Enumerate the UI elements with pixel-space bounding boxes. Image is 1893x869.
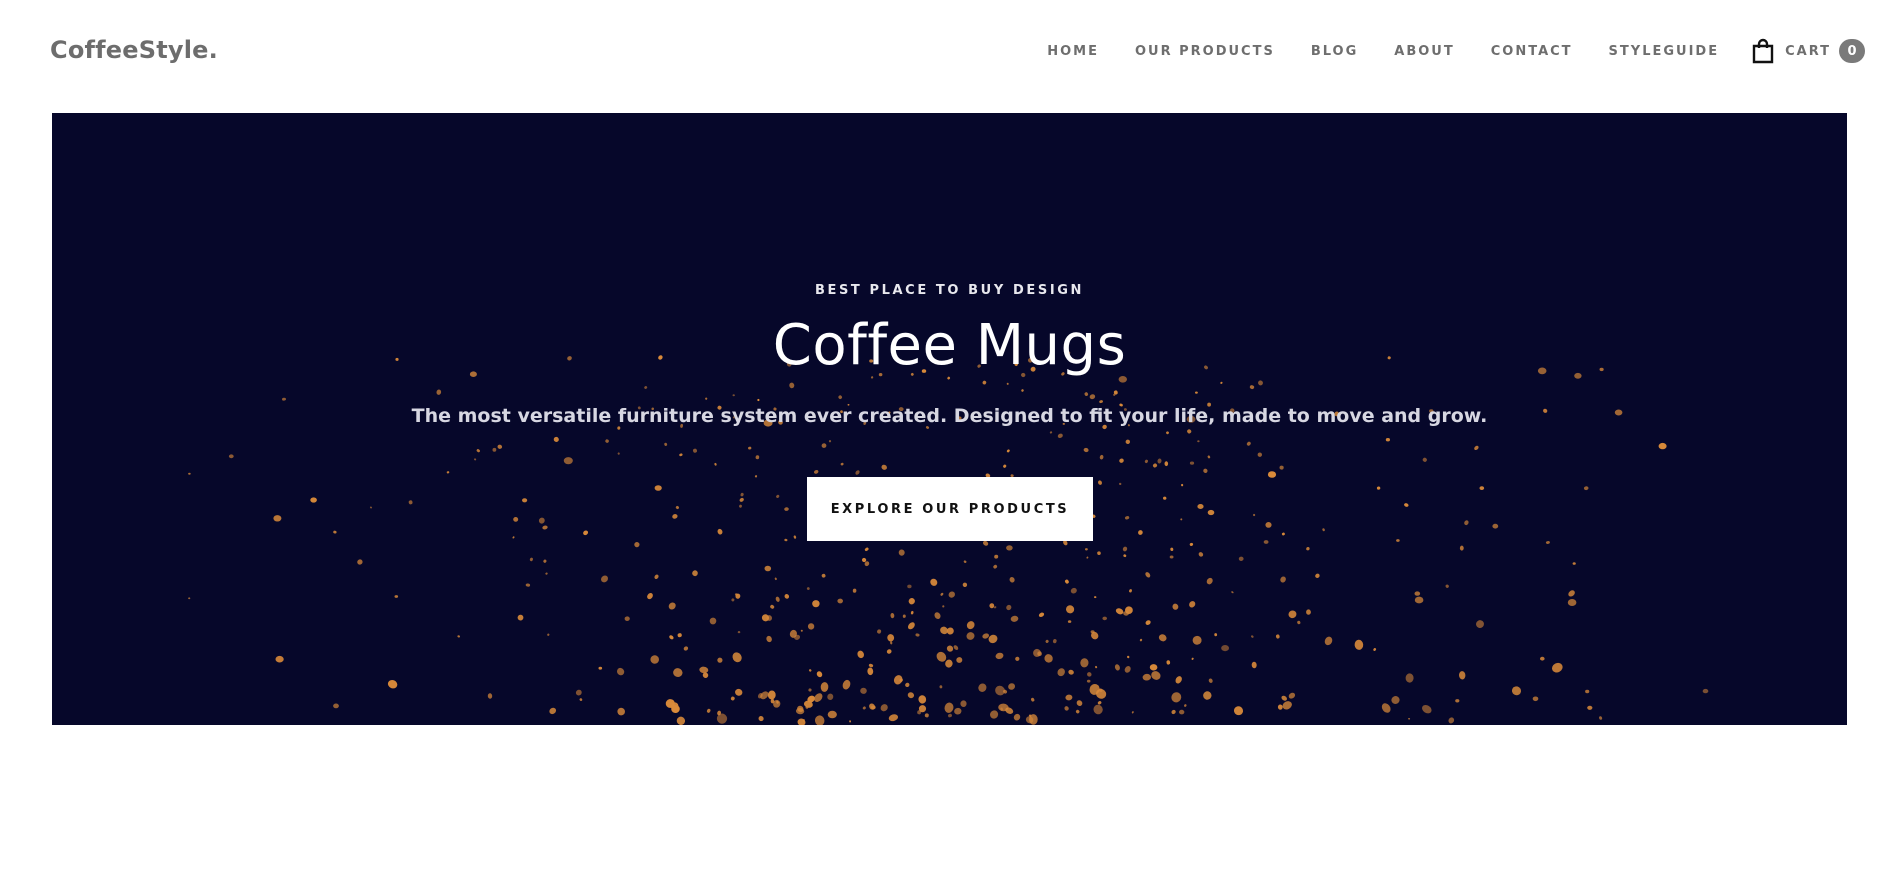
nav-link-about[interactable]: ABOUT xyxy=(1394,44,1454,59)
hero-banner: BEST PLACE TO BUY DESIGN Coffee Mugs The… xyxy=(52,113,1847,725)
hero-title: Coffee Mugs xyxy=(772,313,1127,378)
nav-link-blog[interactable]: BLOG xyxy=(1311,44,1358,59)
cart-label: CART xyxy=(1785,43,1831,59)
nav-link-home[interactable]: HOME xyxy=(1047,44,1099,59)
main-nav: HOME OUR PRODUCTS BLOG ABOUT CONTACT STY… xyxy=(1047,36,1865,66)
site-header: CoffeeStyle. HOME OUR PRODUCTS BLOG ABOU… xyxy=(0,0,1893,100)
site-logo[interactable]: CoffeeStyle. xyxy=(50,36,218,64)
nav-link-our-products[interactable]: OUR PRODUCTS xyxy=(1135,44,1275,59)
cart-button[interactable]: CART 0 xyxy=(1751,38,1865,64)
cart-count-badge: 0 xyxy=(1839,39,1865,63)
hero-subtitle: The most versatile furniture system ever… xyxy=(411,405,1488,427)
explore-products-button[interactable]: EXPLORE OUR PRODUCTS xyxy=(807,477,1093,541)
shopping-bag-icon xyxy=(1751,38,1775,64)
nav-link-contact[interactable]: CONTACT xyxy=(1491,44,1573,59)
hero-eyebrow: BEST PLACE TO BUY DESIGN xyxy=(814,283,1085,298)
hero-content: BEST PLACE TO BUY DESIGN Coffee Mugs The… xyxy=(52,113,1847,725)
nav-link-styleguide[interactable]: STYLEGUIDE xyxy=(1609,44,1720,59)
